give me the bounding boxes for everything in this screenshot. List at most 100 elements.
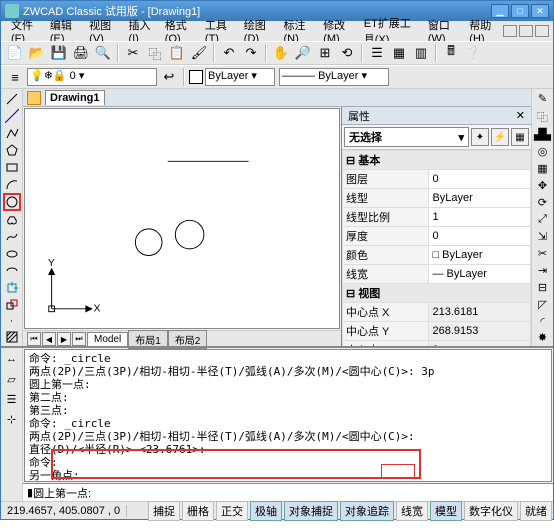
new-icon[interactable]: 📄 (5, 43, 25, 63)
color-swatch-icon[interactable] (189, 70, 203, 84)
rotate-icon[interactable]: ⟳ (534, 195, 552, 211)
explode-icon[interactable]: ✸ (534, 330, 552, 346)
status-osnap[interactable]: 对象捕捉 (284, 501, 338, 521)
command-history[interactable]: 命令: _circle 两点(2P)/三点(3P)/相切-相切-半径(T)/弧线… (24, 349, 552, 482)
zoom-win-icon[interactable]: ⊞ (315, 43, 335, 63)
status-ready[interactable]: 就绪 (520, 501, 552, 521)
erase-icon[interactable]: ✎ (534, 91, 552, 107)
layers-icon[interactable]: ≡ (5, 67, 25, 87)
color-dropdown[interactable]: ByLayer ▾ (205, 68, 275, 86)
polygon-icon[interactable] (3, 142, 21, 158)
cmd-id-icon[interactable]: ⊹ (3, 410, 21, 428)
tab-model[interactable]: Model (87, 332, 128, 347)
tab-first-icon[interactable]: ⏮ (27, 332, 41, 346)
trim-icon[interactable]: ✂ (534, 245, 552, 261)
block-icon[interactable] (3, 297, 21, 313)
insert-icon[interactable] (3, 280, 21, 296)
tab-prev-icon[interactable]: ◀ (42, 332, 56, 346)
tp-icon[interactable]: ▥ (411, 43, 431, 63)
dc-icon[interactable]: ▦ (389, 43, 409, 63)
move-icon[interactable]: ✥ (534, 178, 552, 194)
tab-next-icon[interactable]: ▶ (57, 332, 71, 346)
save-icon[interactable]: 💾 (49, 43, 69, 63)
offset-icon[interactable]: ◎ (534, 144, 552, 160)
svg-text:Y: Y (48, 258, 55, 269)
status-lwt[interactable]: 线宽 (396, 501, 428, 521)
hatch-icon[interactable] (3, 329, 21, 345)
circle-icon[interactable] (3, 193, 21, 211)
maximize-button[interactable]: □ (511, 4, 529, 18)
xline-icon[interactable] (3, 108, 21, 124)
props-toggle-icon[interactable]: ▦ (511, 128, 529, 146)
help-icon[interactable]: ❔ (463, 43, 483, 63)
calc-icon[interactable]: 🖩 (441, 43, 461, 63)
arc-icon[interactable] (3, 176, 21, 192)
cmd-list-icon[interactable]: ☰ (3, 390, 21, 408)
mdi-restore-icon[interactable] (519, 25, 533, 37)
prop-value[interactable]: ByLayer (429, 189, 531, 208)
paste-icon[interactable]: 📋 (167, 43, 187, 63)
matchprop-icon[interactable]: 🖌 (189, 43, 209, 63)
chamfer-icon[interactable]: ◸ (534, 296, 552, 312)
doc-tab[interactable]: Drawing1 (45, 90, 105, 105)
props-qs-icon[interactable]: ⚡ (491, 128, 509, 146)
line-icon[interactable] (3, 91, 21, 107)
cmd-dist-icon[interactable]: ↔ (3, 350, 21, 368)
status-grid[interactable]: 栅格 (182, 501, 214, 521)
zoom-prev-icon[interactable]: ⟲ (337, 43, 357, 63)
ellipsearc-icon[interactable] (3, 263, 21, 279)
status-model[interactable]: 模型 (430, 501, 462, 521)
props-icon[interactable]: ☰ (367, 43, 387, 63)
prop-group[interactable]: ⊟ 视图 (343, 284, 531, 303)
status-ortho[interactable]: 正交 (216, 501, 248, 521)
preview-icon[interactable]: 🔍 (93, 43, 113, 63)
zoom-rt-icon[interactable]: 🔎 (293, 43, 313, 63)
extend-icon[interactable]: ⇥ (534, 262, 552, 278)
pan-icon[interactable]: ✋ (271, 43, 291, 63)
prop-value[interactable]: 1 (429, 208, 531, 227)
mdi-close-icon[interactable] (535, 25, 549, 37)
print-icon[interactable]: 🖨 (71, 43, 91, 63)
prop-group[interactable]: ⊟ 基本 (343, 151, 531, 170)
layer-dropdown[interactable]: 💡❄🔒 0 ▾ (27, 68, 157, 86)
props-grid[interactable]: ⊟ 基本图层0线型ByLayer线型比例1厚度0颜色□ ByLayer线宽— B… (342, 150, 531, 346)
undo-icon[interactable]: ↶ (219, 43, 239, 63)
status-otrack[interactable]: 对象追踪 (340, 501, 394, 521)
props-selection-dropdown[interactable]: 无选择▾ (344, 127, 469, 147)
open-icon[interactable]: 📂 (27, 43, 47, 63)
layer-prev-icon[interactable]: ↩ (159, 67, 179, 87)
status-coords[interactable]: 219.4657, 405.0807 , 0 (1, 505, 127, 517)
redo-icon[interactable]: ↷ (241, 43, 261, 63)
revcloud-icon[interactable] (3, 212, 21, 228)
prop-value[interactable]: 0 (429, 227, 531, 246)
array-icon[interactable]: ▦ (534, 161, 552, 177)
cmd-area-icon[interactable]: ▱ (3, 370, 21, 388)
copy-icon[interactable]: ⿻ (145, 43, 165, 63)
stretch-icon[interactable]: ⇲ (534, 228, 552, 244)
copy-obj-icon[interactable]: ⿻ (534, 108, 552, 126)
props-pick-icon[interactable]: ✦ (471, 128, 489, 146)
status-digitizer[interactable]: 数字化仪 (464, 501, 518, 521)
status-snap[interactable]: 捕捉 (148, 501, 180, 521)
tab-last-icon[interactable]: ⏭ (72, 332, 86, 346)
command-input[interactable]: ▮ 圆上第一点: (23, 483, 553, 501)
break-icon[interactable]: ⊟ (534, 279, 552, 295)
prop-value[interactable]: □ ByLayer (429, 246, 531, 265)
drawing-canvas[interactable]: X Y (24, 108, 340, 329)
mirror-icon[interactable]: ▟▙ (534, 127, 552, 143)
rect-icon[interactable] (3, 159, 21, 175)
prop-value[interactable]: — ByLayer (429, 265, 531, 284)
point-icon[interactable]: · (3, 314, 21, 328)
status-polar[interactable]: 极轴 (250, 501, 282, 521)
prop-value[interactable]: 0 (429, 170, 531, 189)
fillet-icon[interactable]: ◜ (534, 313, 552, 329)
pline-icon[interactable] (3, 125, 21, 141)
linetype-dropdown[interactable]: ——— ByLayer ▾ (279, 68, 389, 86)
scale-icon[interactable]: ⤢ (534, 212, 552, 228)
cut-icon[interactable]: ✂ (123, 43, 143, 63)
props-close-icon[interactable]: ✕ (516, 109, 525, 122)
close-button[interactable]: ✕ (531, 4, 549, 18)
mdi-minimize-icon[interactable] (503, 25, 517, 37)
ellipse-icon[interactable] (3, 246, 21, 262)
spline-icon[interactable] (3, 229, 21, 245)
